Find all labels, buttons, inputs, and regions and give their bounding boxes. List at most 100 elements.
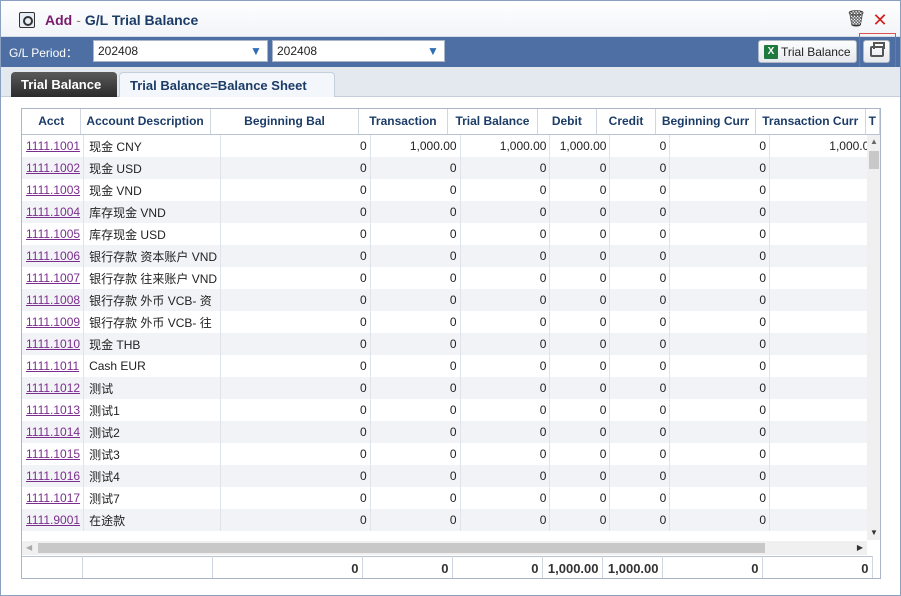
credit-cell: 0 <box>609 267 671 289</box>
table-row[interactable]: 1111.1004库存现金 VND0000000 <box>22 201 880 223</box>
account-number-link[interactable]: 1111.1017 <box>22 487 85 509</box>
tab-trial-balance[interactable]: Trial Balance <box>11 72 117 97</box>
account-number-link[interactable]: 1111.1011 <box>22 355 85 377</box>
column-header-beginning-bal[interactable]: Beginning Bal <box>210 109 359 135</box>
chevron-down-icon[interactable]: ▼ <box>247 42 265 60</box>
trial-balance-cell: 0 <box>460 443 551 465</box>
account-description-cell: 测试 <box>83 377 222 399</box>
debit-cell: 0 <box>549 157 611 179</box>
account-description-cell: 测试1 <box>83 399 222 421</box>
account-description-cell: 现金 CNY <box>83 135 222 157</box>
credit-cell: 0 <box>609 179 671 201</box>
account-number-link[interactable]: 1111.1008 <box>22 289 85 311</box>
scroll-right-icon[interactable]: ▶ <box>857 541 863 555</box>
vertical-scrollbar[interactable]: ▲ ▼ <box>867 135 880 540</box>
column-header-trial-balance[interactable]: Trial Balance <box>447 109 538 135</box>
column-header-truncated[interactable]: T <box>865 109 880 135</box>
credit-cell: 0 <box>609 421 671 443</box>
table-row[interactable]: 1111.1008银行存款 外币 VCB- 资0000000 <box>22 289 880 311</box>
vertical-scroll-thumb[interactable] <box>869 151 879 169</box>
account-number-link[interactable]: 1111.1007 <box>22 267 85 289</box>
account-number-link[interactable]: 1111.1009 <box>22 311 85 333</box>
column-header-acct[interactable]: Acct <box>22 109 82 135</box>
table-row[interactable]: 1111.1015测试30000000 <box>22 443 880 465</box>
account-description-cell: 库存现金 USD <box>83 223 222 245</box>
account-number-link[interactable]: 1111.1003 <box>22 179 85 201</box>
tab-trial-balance-balance-sheet[interactable]: Trial Balance=Balance Sheet <box>119 72 335 97</box>
column-header-beginning-curr[interactable]: Beginning Curr <box>655 109 756 135</box>
column-header-transaction[interactable]: Transaction <box>358 109 449 135</box>
account-number-link[interactable]: 1111.1006 <box>22 245 85 267</box>
table-row[interactable]: 1111.1009银行存款 外币 VCB- 往0000000 <box>22 311 880 333</box>
table-row[interactable]: 1111.1014测试20000000 <box>22 421 880 443</box>
column-header-debit[interactable]: Debit <box>537 109 597 135</box>
trial-balance-cell: 0 <box>460 179 551 201</box>
account-description-cell: 测试2 <box>83 421 222 443</box>
account-number-link[interactable]: 1111.1010 <box>22 333 85 355</box>
account-number-link[interactable]: 1111.1014 <box>22 421 85 443</box>
period-from-select[interactable]: 202408 ▼ <box>93 40 268 62</box>
debit-cell: 0 <box>549 509 611 531</box>
trial-balance-cell: 0 <box>460 289 551 311</box>
search-window-icon <box>19 12 35 28</box>
horizontal-scrollbar[interactable]: ◀ ▶ <box>22 541 867 555</box>
total-debit: 1,000.00 <box>542 556 603 578</box>
beginning-bal-cell: 0 <box>220 179 371 201</box>
account-description-cell: 银行存款 往来账户 VND <box>83 267 222 289</box>
table-row[interactable]: 1111.1006银行存款 资本账户 VND0000000 <box>22 245 880 267</box>
transaction-cell: 0 <box>370 487 461 509</box>
account-number-link[interactable]: 1111.1005 <box>22 223 85 245</box>
credit-cell: 0 <box>609 223 671 245</box>
table-row[interactable]: 1111.1012测试0000000 <box>22 377 880 399</box>
account-number-link[interactable]: 1111.1015 <box>22 443 85 465</box>
beginning-bal-cell: 0 <box>220 157 371 179</box>
table-row[interactable]: 1111.1013测试10000000 <box>22 399 880 421</box>
account-number-link[interactable]: 1111.1012 <box>22 377 85 399</box>
account-number-link[interactable]: 1111.1001 <box>22 135 85 157</box>
account-description-cell: 现金 VND <box>83 179 222 201</box>
trial-balance-cell: 0 <box>460 355 551 377</box>
table-row[interactable]: 1111.9001在途款0000000 <box>22 509 880 531</box>
table-row[interactable]: 1111.1007银行存款 往来账户 VND0000000 <box>22 267 880 289</box>
column-header-transaction-curr[interactable]: Transaction Curr <box>755 109 866 135</box>
transaction-curr-cell: 0 <box>769 443 880 465</box>
table-row[interactable]: 1111.1011Cash EUR0000000 <box>22 355 880 377</box>
transaction-cell: 0 <box>370 157 461 179</box>
print-button[interactable] <box>863 40 890 63</box>
account-number-link[interactable]: 1111.1004 <box>22 201 85 223</box>
beginning-curr-cell: 0 <box>669 421 771 443</box>
transaction-cell: 0 <box>370 355 461 377</box>
beginning-curr-cell: 0 <box>669 267 771 289</box>
column-header-credit[interactable]: Credit <box>596 109 657 135</box>
table-row[interactable]: 1111.1010现金 THB0000000 <box>22 333 880 355</box>
trial-balance-grid: Acct Account Description Beginning Bal T… <box>21 108 881 579</box>
trial-balance-export-button[interactable]: X Trial Balance <box>758 40 857 63</box>
trial-balance-cell: 0 <box>460 487 551 509</box>
horizontal-scroll-thumb[interactable] <box>38 543 765 553</box>
table-row[interactable]: 1111.1003现金 VND0000000 <box>22 179 880 201</box>
beginning-curr-cell: 0 <box>669 333 771 355</box>
account-number-link[interactable]: 1111.9001 <box>22 509 85 531</box>
period-to-select[interactable]: 202408 ▼ <box>272 40 445 62</box>
close-icon[interactable]: ✕ <box>871 11 889 29</box>
table-row[interactable]: 1111.1016测试40000000 <box>22 465 880 487</box>
beginning-bal-cell: 0 <box>220 509 371 531</box>
window-title: Add - G/L Trial Balance <box>45 12 198 28</box>
scroll-up-icon[interactable]: ▲ <box>867 135 880 149</box>
chevron-down-icon[interactable]: ▼ <box>424 42 442 60</box>
scroll-left-icon[interactable]: ◀ <box>26 541 32 555</box>
account-number-link[interactable]: 1111.1002 <box>22 157 85 179</box>
table-row[interactable]: 1111.1017测试70000000 <box>22 487 880 509</box>
table-row[interactable]: 1111.1002现金 USD0000000 <box>22 157 880 179</box>
table-row[interactable]: 1111.1001 现金 CNY 0 1,000.00 1,000.00 1,000.00… <box>22 135 880 157</box>
account-number-link[interactable]: 1111.1013 <box>22 399 85 421</box>
account-number-link[interactable]: 1111.1016 <box>22 465 85 487</box>
scroll-down-icon[interactable]: ▼ <box>867 526 880 540</box>
total-trial-balance: 0 <box>452 556 543 578</box>
title-bar: Add - G/L Trial Balance 🗑 ✕ <box>1 1 900 37</box>
trash-icon[interactable]: 🗑 <box>846 11 866 29</box>
table-row[interactable]: 1111.1005库存现金 USD0000000 <box>22 223 880 245</box>
credit-cell: 0 <box>609 333 671 355</box>
transaction-curr-cell: 0 <box>769 201 880 223</box>
column-header-account-description[interactable]: Account Description <box>80 109 212 135</box>
